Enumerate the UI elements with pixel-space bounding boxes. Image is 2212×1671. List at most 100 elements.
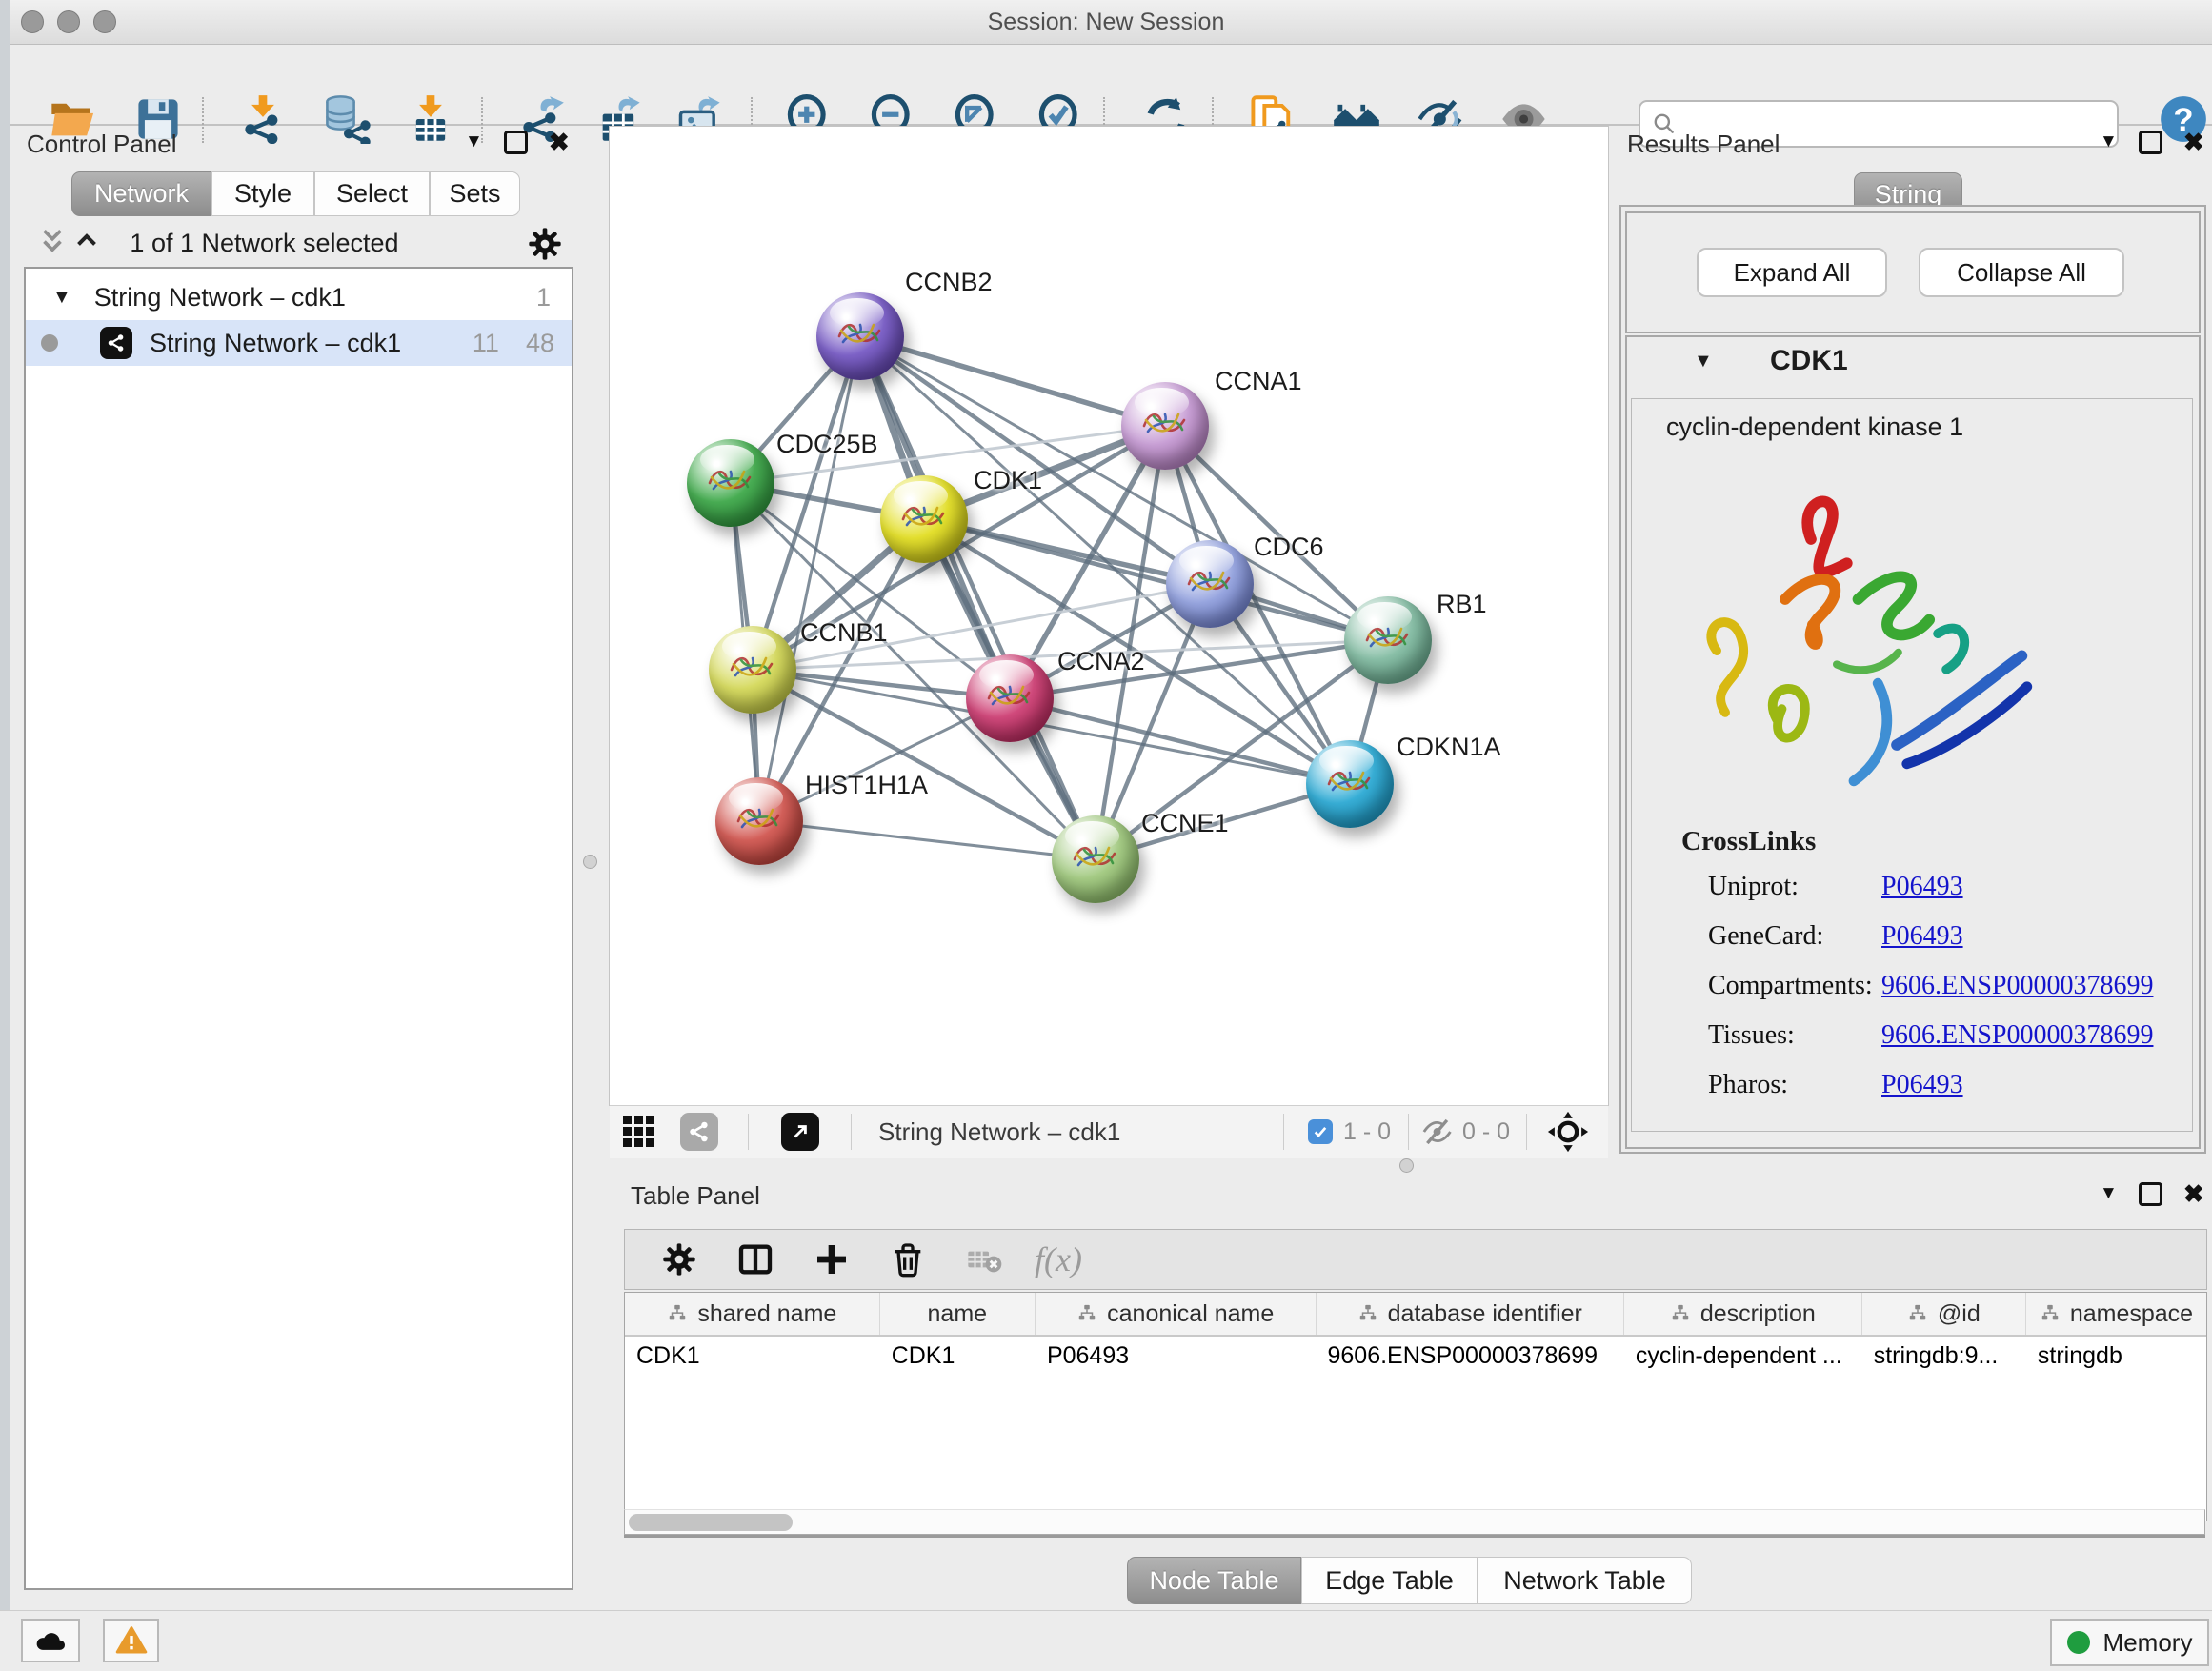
column-header[interactable]: namespace <box>2026 1293 2206 1335</box>
panel-collapse-icon[interactable]: ▼ <box>465 131 483 152</box>
table-settings-gear-icon[interactable] <box>657 1238 701 1281</box>
network-node[interactable] <box>1121 382 1209 470</box>
import-table-icon[interactable] <box>404 92 457 146</box>
gene-collapse-icon[interactable]: ▼ <box>1694 351 1713 372</box>
tree-column-icon <box>2040 1303 2061 1324</box>
panel-float-icon[interactable] <box>2139 131 2162 154</box>
fit-crosshair-icon[interactable] <box>1547 1111 1589 1158</box>
network-canvas[interactable]: CCNB2CCNA1CDC25BCDK1CDC6RB1CCNB1CCNA2CDK… <box>610 127 1608 1105</box>
panel-collapse-icon[interactable]: ▼ <box>2100 1183 2118 1204</box>
network-node[interactable] <box>687 439 774 527</box>
open-in-window-icon[interactable] <box>781 1113 819 1151</box>
hidden-eye-icon[interactable] <box>1421 1116 1454 1153</box>
network-node[interactable] <box>715 777 803 865</box>
cell-name[interactable]: CDK1 <box>880 1342 1036 1370</box>
birdseye-grid-icon[interactable] <box>623 1116 654 1147</box>
network-node[interactable] <box>1306 740 1394 828</box>
table-horizontal-scrollbar[interactable] <box>624 1509 2205 1535</box>
crosslink-compartments-link[interactable]: 9606.ENSP00000378699 <box>1881 971 2153 1001</box>
network-row-selected[interactable]: String Network – cdk1 11 48 <box>26 320 572 366</box>
collapse-all-button[interactable]: Collapse All <box>1919 248 2124 297</box>
memory-label: Memory <box>2103 1628 2193 1658</box>
column-header[interactable]: shared name <box>625 1293 880 1335</box>
crosslink-uniprot-link[interactable]: P06493 <box>1881 872 1963 902</box>
crosslink-pharos-link[interactable]: P06493 <box>1881 1070 1963 1100</box>
panel-close-icon[interactable]: ✖ <box>549 130 570 154</box>
title-bar: Session: New Session <box>0 0 2212 45</box>
node-count: 11 <box>473 329 499 358</box>
expand-all-button[interactable]: Expand All <box>1697 248 1887 297</box>
cell-description[interactable]: cyclin-dependent ... <box>1624 1342 1862 1370</box>
cell-namespace[interactable]: stringdb <box>2026 1342 2206 1370</box>
memory-button[interactable]: Memory <box>2050 1619 2209 1666</box>
cell-id[interactable]: stringdb:9... <box>1862 1342 2026 1370</box>
panel-float-icon[interactable] <box>2139 1182 2162 1206</box>
edge-count: 48 <box>526 329 554 358</box>
tab-node-table[interactable]: Node Table <box>1127 1557 1301 1604</box>
table-row[interactable]: CDK1 CDK1 P06493 9606.ENSP00000378699 cy… <box>625 1337 2206 1375</box>
table-bottom-border <box>624 1535 2205 1538</box>
tree-column-icon <box>1907 1303 1928 1324</box>
delete-column-trash-icon[interactable] <box>886 1238 930 1281</box>
network-collection-label: String Network – cdk1 <box>94 283 346 312</box>
crosslink-label: Pharos: <box>1708 1070 1788 1100</box>
network-node[interactable] <box>709 626 796 714</box>
column-header[interactable]: name <box>880 1293 1036 1335</box>
table-toolbar: f(x) <box>624 1229 2207 1290</box>
cell-database-identifier[interactable]: 9606.ENSP00000378699 <box>1317 1342 1624 1370</box>
add-column-icon[interactable] <box>810 1238 854 1281</box>
string-badge-icon[interactable] <box>680 1113 718 1151</box>
crosslink-genecard-link[interactable]: P06493 <box>1881 921 1963 952</box>
column-header[interactable]: canonical name <box>1036 1293 1317 1335</box>
column-header[interactable]: @id <box>1862 1293 2026 1335</box>
crosslinks-title: CrossLinks <box>1681 826 1816 857</box>
separator <box>851 1114 852 1150</box>
node-label: CCNB1 <box>800 618 888 648</box>
separator <box>1283 1114 1284 1150</box>
network-node[interactable] <box>966 654 1054 742</box>
import-network-database-icon[interactable] <box>320 92 373 146</box>
network-collection-row[interactable]: ▼ String Network – cdk1 1 <box>26 274 572 320</box>
tab-style[interactable]: Style <box>211 171 314 216</box>
network-node[interactable] <box>1052 815 1139 903</box>
results-panel-controls: ▼ ✖ <box>2100 130 2204 154</box>
column-header[interactable]: database identifier <box>1317 1293 1624 1335</box>
panel-float-icon[interactable] <box>504 131 528 154</box>
tree-column-icon <box>667 1303 688 1324</box>
network-options-gear-icon[interactable] <box>526 225 564 268</box>
tab-select[interactable]: Select <box>314 171 430 216</box>
cell-canonical-name[interactable]: P06493 <box>1036 1342 1317 1370</box>
crosslink-tissues-link[interactable]: 9606.ENSP00000378699 <box>1881 1020 2153 1051</box>
network-node[interactable] <box>1344 596 1432 684</box>
node-label: CDKN1A <box>1397 733 1501 762</box>
network-node[interactable] <box>880 475 968 563</box>
tab-sets[interactable]: Sets <box>430 171 520 216</box>
warnings-button[interactable] <box>103 1619 159 1662</box>
panel-close-icon[interactable]: ✖ <box>2183 1181 2204 1206</box>
tab-network[interactable]: Network <box>71 171 211 216</box>
separator <box>748 1114 749 1150</box>
gene-section-box: ▼ CDK1 cyclin-dependent kinase 1 CrossLi… <box>1625 335 2201 1149</box>
panel-close-icon[interactable]: ✖ <box>2183 130 2204 154</box>
cloud-status-button[interactable] <box>21 1619 80 1662</box>
import-network-icon[interactable] <box>236 92 290 146</box>
left-splitter-handle[interactable] <box>583 855 597 869</box>
network-node[interactable] <box>1166 540 1254 628</box>
cell-shared-name[interactable]: CDK1 <box>625 1342 880 1370</box>
selected-checkbox-icon[interactable] <box>1308 1119 1333 1144</box>
node-table: shared name name canonical name database… <box>624 1292 2207 1521</box>
bottom-splitter-handle[interactable] <box>1399 1158 1414 1173</box>
current-network-name: String Network – cdk1 <box>878 1117 1120 1147</box>
panel-collapse-icon[interactable]: ▼ <box>2100 131 2118 152</box>
tab-edge-table[interactable]: Edge Table <box>1301 1557 1478 1604</box>
node-label: CCNE1 <box>1141 809 1229 838</box>
tree-expand-icon[interactable]: ▼ <box>52 287 71 309</box>
scrollbar-thumb[interactable] <box>629 1514 793 1531</box>
network-node[interactable] <box>816 292 904 380</box>
collection-count: 1 <box>536 283 551 312</box>
tab-network-table[interactable]: Network Table <box>1478 1557 1692 1604</box>
network-selection-status: 1 of 1 Network selected <box>24 229 505 258</box>
show-columns-icon[interactable] <box>734 1238 777 1281</box>
node-label: CCNA1 <box>1215 367 1302 396</box>
column-header[interactable]: description <box>1624 1293 1862 1335</box>
